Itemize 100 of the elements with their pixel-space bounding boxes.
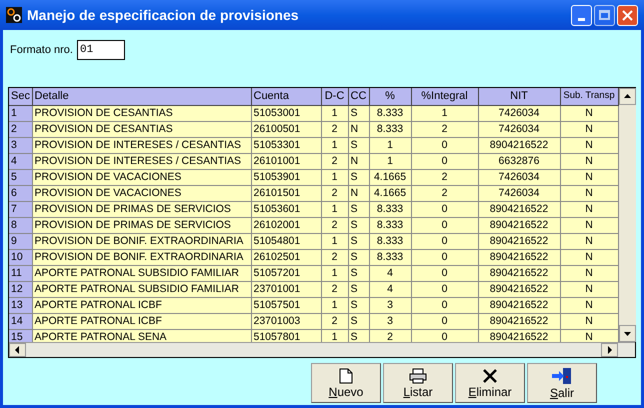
table-cell: 6632876 — [478, 153, 560, 169]
table-cell: 3 — [369, 313, 411, 329]
table-cell: 4.1665 — [369, 169, 411, 185]
table-cell: 2 — [321, 153, 348, 169]
table-cell: 1 — [369, 137, 411, 153]
table-cell: N — [560, 201, 618, 217]
table-cell: 26101001 — [251, 153, 321, 169]
table-cell: 23701001 — [251, 281, 321, 297]
table-cell: 26102501 — [251, 249, 321, 265]
toolbar-button[interactable]: Listar — [383, 363, 453, 403]
toolbar-button[interactable]: Eliminar — [455, 363, 525, 403]
scroll-left-icon[interactable] — [9, 343, 26, 357]
scroll-down-icon[interactable] — [618, 325, 636, 342]
table-cell: 51053601 — [251, 201, 321, 217]
table-cell: 7426034 — [478, 169, 560, 185]
table-cell: 1 — [321, 105, 348, 121]
table-cell: PROVISION DE BONIF. EXTRAORDINARIA — [32, 233, 251, 249]
table-cell: PROVISION DE PRIMAS DE SERVICIOS — [32, 201, 251, 217]
table-cell: 1 — [411, 105, 478, 121]
table-cell: 51053301 — [251, 137, 321, 153]
scroll-right-icon[interactable] — [601, 343, 618, 357]
table-cell: 51053001 — [251, 105, 321, 121]
printer-icon — [409, 368, 427, 384]
table-cell: 7426034 — [478, 121, 560, 137]
row-number: 4 — [9, 153, 32, 169]
table-cell: N — [560, 297, 618, 313]
table-cell: 0 — [411, 313, 478, 329]
minimize-button[interactable] — [571, 4, 592, 26]
table-cell: PROVISION DE VACACIONES — [32, 169, 251, 185]
vertical-scrollbar[interactable] — [618, 88, 636, 342]
table-cell: 1 — [321, 137, 348, 153]
table-cell: 51053901 — [251, 169, 321, 185]
table-cell: 1 — [321, 233, 348, 249]
table-cell: PROVISION DE VACACIONES — [32, 185, 251, 201]
toolbar-button[interactable]: Salir — [527, 363, 597, 403]
horizontal-scrollbar[interactable] — [9, 342, 635, 357]
table-cell: 2 — [321, 313, 348, 329]
table-cell: N — [560, 265, 618, 281]
table-cell: 3 — [369, 297, 411, 313]
table-cell: 8.333 — [369, 105, 411, 121]
table-cell: N — [560, 153, 618, 169]
row-number: 7 — [9, 201, 32, 217]
table-cell: 8904216522 — [478, 201, 560, 217]
row-number: 6 — [9, 185, 32, 201]
toolbar-button[interactable]: Nuevo — [311, 363, 381, 403]
table-cell: 1 — [369, 153, 411, 169]
format-field[interactable]: 01 — [76, 40, 125, 60]
table-cell: N — [560, 185, 618, 201]
column-header: CC — [348, 88, 369, 105]
column-header: Sec — [9, 88, 32, 105]
table-cell: 8904216522 — [478, 249, 560, 265]
format-label: Formato nro. — [10, 42, 73, 58]
table-cell: 23701003 — [251, 313, 321, 329]
table-cell: 0 — [411, 265, 478, 281]
row-number: 12 — [9, 281, 32, 297]
table-cell: 1 — [321, 297, 348, 313]
row-number: 14 — [9, 313, 32, 329]
table-cell: 0 — [411, 153, 478, 169]
table-cell: N — [560, 281, 618, 297]
table-cell: 8904216522 — [478, 313, 560, 329]
scroll-up-icon[interactable] — [618, 88, 636, 105]
table-cell: 0 — [411, 233, 478, 249]
table-cell: 51057201 — [251, 265, 321, 281]
table-cell: 7426034 — [478, 105, 560, 121]
table-cell: 2 — [411, 169, 478, 185]
table-cell: 2 — [411, 185, 478, 201]
table-cell: 0 — [411, 217, 478, 233]
table-cell: 51054801 — [251, 233, 321, 249]
table-cell: APORTE PATRONAL ICBF — [32, 297, 251, 313]
column-header: D-C — [321, 88, 348, 105]
table-cell: PROVISION DE INTERESES / CESANTIAS — [32, 137, 251, 153]
close-button[interactable] — [617, 4, 638, 26]
table-cell: PROVISION DE INTERESES / CESANTIAS — [32, 153, 251, 169]
app-icon — [6, 7, 22, 23]
table-cell: PROVISION DE PRIMAS DE SERVICIOS — [32, 217, 251, 233]
table-cell: PROVISION DE BONIF. EXTRAORDINARIA — [32, 249, 251, 265]
table-cell: 1 — [321, 265, 348, 281]
table-cell: 0 — [411, 137, 478, 153]
table-cell: N — [560, 249, 618, 265]
row-number: 13 — [9, 297, 32, 313]
table-cell: 0 — [411, 201, 478, 217]
table-cell: N — [560, 121, 618, 137]
table-cell: N — [560, 313, 618, 329]
column-header: Detalle — [32, 88, 251, 105]
table-cell: 2 — [411, 121, 478, 137]
table-cell: 2 — [321, 121, 348, 137]
table-cell: 4 — [369, 265, 411, 281]
row-number: 1 — [9, 105, 32, 121]
table-cell: 8.333 — [369, 233, 411, 249]
close-icon — [622, 10, 633, 20]
maximize-button[interactable] — [594, 4, 615, 26]
table-cell: 26101501 — [251, 185, 321, 201]
x-icon — [482, 368, 498, 384]
document-icon — [339, 368, 353, 384]
column-header: Cuenta — [251, 88, 321, 105]
table-cell: N — [560, 233, 618, 249]
row-number: 8 — [9, 217, 32, 233]
column-header: %Integral — [411, 88, 478, 105]
window-title: Manejo de especificacion de provisiones — [27, 6, 299, 25]
table-cell: 2 — [321, 249, 348, 265]
